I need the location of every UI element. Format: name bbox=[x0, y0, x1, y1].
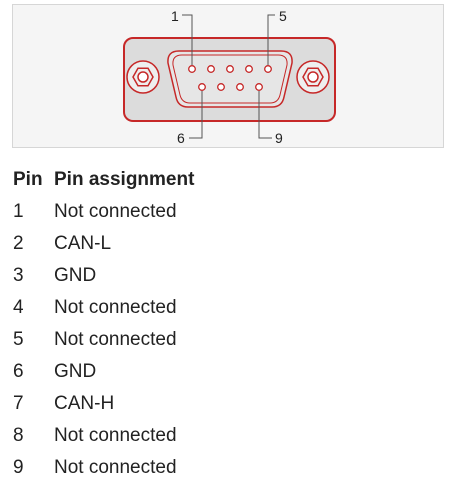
pin-number: 1 bbox=[13, 201, 24, 222]
header-pin-assignment: Pin assignment bbox=[54, 169, 195, 190]
pin-1 bbox=[188, 65, 196, 73]
pin-assignment: CAN-H bbox=[54, 393, 115, 414]
table-row: 8 Not connected bbox=[13, 420, 194, 452]
pin-assignment: GND bbox=[54, 361, 97, 382]
pin6-label: 6 bbox=[177, 130, 185, 146]
table-row: 1 Not connected bbox=[13, 196, 194, 228]
table-row: 2 CAN-L bbox=[13, 228, 194, 260]
pin-number: 3 bbox=[13, 265, 24, 286]
pin-number: 8 bbox=[13, 425, 24, 446]
pin5-label: 5 bbox=[279, 8, 287, 24]
pin-3 bbox=[226, 65, 234, 73]
pin-assignment: Not connected bbox=[54, 329, 177, 350]
pin-assignment: CAN-L bbox=[54, 233, 112, 254]
pin-6 bbox=[198, 83, 206, 91]
pin-assignment: Not connected bbox=[54, 457, 177, 478]
right-mounting-screw bbox=[296, 60, 330, 94]
table-row: 7 CAN-H bbox=[13, 388, 194, 420]
table-row: 3 GND bbox=[13, 260, 194, 292]
pin-8 bbox=[236, 83, 244, 91]
pin-number: 9 bbox=[13, 457, 24, 478]
pin-number: 2 bbox=[13, 233, 24, 254]
d-sub-face bbox=[167, 50, 293, 108]
dsub9-connector-drawing: 1 5 6 9 bbox=[123, 8, 336, 146]
table-row: 4 Not connected bbox=[13, 292, 194, 324]
pin-9 bbox=[255, 83, 263, 91]
pin-number: 7 bbox=[13, 393, 24, 414]
table-row: 9 Not connected bbox=[13, 452, 194, 484]
pin-assignment: Not connected bbox=[54, 425, 177, 446]
pin-4 bbox=[245, 65, 253, 73]
pin-assignment-table: Pin Pin assignment 1 Not connected 2 CAN… bbox=[13, 164, 194, 484]
table-row: 6 GND bbox=[13, 356, 194, 388]
pin-number: 6 bbox=[13, 361, 24, 382]
pin-assignment: Not connected bbox=[54, 297, 177, 318]
header-pin: Pin bbox=[13, 169, 43, 190]
left-mounting-screw bbox=[126, 60, 160, 94]
table-header-row: Pin Pin assignment bbox=[13, 164, 194, 196]
pin9-label: 9 bbox=[275, 130, 283, 146]
pin-number: 5 bbox=[13, 329, 24, 350]
pin-number: 4 bbox=[13, 297, 24, 318]
pin-7 bbox=[217, 83, 225, 91]
pin-2 bbox=[207, 65, 215, 73]
pin-assignment: GND bbox=[54, 265, 97, 286]
table-row: 5 Not connected bbox=[13, 324, 194, 356]
pin1-label: 1 bbox=[171, 8, 179, 24]
connector-diagram: 1 5 6 9 bbox=[12, 4, 444, 148]
pin-assignment: Not connected bbox=[54, 201, 177, 222]
pin-5 bbox=[264, 65, 272, 73]
